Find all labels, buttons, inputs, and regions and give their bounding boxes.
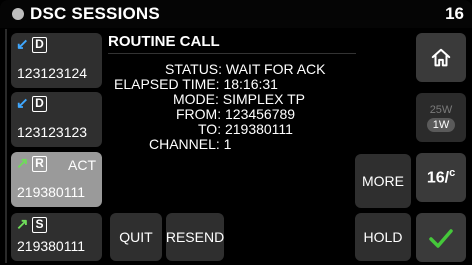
power-toggle[interactable]: 25W 1W (416, 93, 466, 142)
session-type-badge: D (32, 96, 47, 112)
channel-units-button[interactable]: 16/c (416, 153, 466, 202)
dsc-sessions-screen: DSC SESSIONS 16 ↙ D 123123124 ↙ D 123123… (0, 0, 472, 265)
units-label: 16/c (426, 167, 456, 187)
mode-line: MODE: SIMPLEX TP (173, 91, 305, 107)
home-button[interactable] (416, 33, 466, 82)
more-button[interactable]: MORE (355, 154, 411, 208)
call-title: ROUTINE CALL (108, 33, 220, 50)
units-sub: c (449, 167, 456, 180)
session-item[interactable]: ↙ D 123123123 (11, 92, 102, 147)
checkmark-icon (429, 228, 453, 248)
page-title: DSC SESSIONS (30, 4, 160, 23)
session-item[interactable]: ↙ D 123123124 (11, 33, 102, 88)
units-main: 16 (426, 169, 445, 187)
channel-indicator: 16 (445, 4, 464, 23)
elapsed-time-line: ELAPSED TIME: 18:16:31 (114, 76, 278, 92)
status-dot-icon (12, 8, 24, 20)
session-item-active[interactable]: ↗ R ACT 219380111 (11, 152, 102, 207)
session-type-badge: D (32, 37, 47, 53)
session-type-badge: S (32, 217, 47, 233)
channel-line: CHANNEL: 1 (149, 136, 232, 152)
session-state: ACT (68, 157, 96, 173)
session-number: 219380111 (17, 238, 85, 254)
session-type-badge: R (32, 156, 47, 172)
title-bar: DSC SESSIONS 16 (0, 0, 472, 28)
to-line: TO: 219380111 (198, 121, 293, 137)
power-high-label: 25W (429, 103, 453, 116)
outgoing-arrow-icon: ↗ (16, 155, 29, 172)
title-divider (108, 53, 356, 54)
session-number: 123123124 (17, 65, 88, 81)
resend-button[interactable]: RESEND (166, 213, 224, 261)
session-number: 219380111 (17, 184, 85, 200)
status-line: STATUS: WAIT FOR ACK (165, 61, 326, 77)
session-number: 123123123 (17, 124, 88, 140)
outgoing-arrow-icon: ↗ (16, 216, 29, 233)
scroll-track (5, 29, 7, 263)
session-item[interactable]: ↗ S 219380111 (11, 213, 102, 261)
quit-button[interactable]: QUIT (110, 213, 162, 261)
incoming-arrow-icon: ↙ (16, 36, 29, 53)
home-icon (431, 48, 451, 66)
hold-button[interactable]: HOLD (355, 213, 411, 261)
confirm-button[interactable] (416, 213, 466, 262)
from-line: FROM: 123456789 (176, 106, 296, 122)
incoming-arrow-icon: ↙ (16, 95, 29, 112)
power-low-label: 1W (426, 117, 456, 132)
